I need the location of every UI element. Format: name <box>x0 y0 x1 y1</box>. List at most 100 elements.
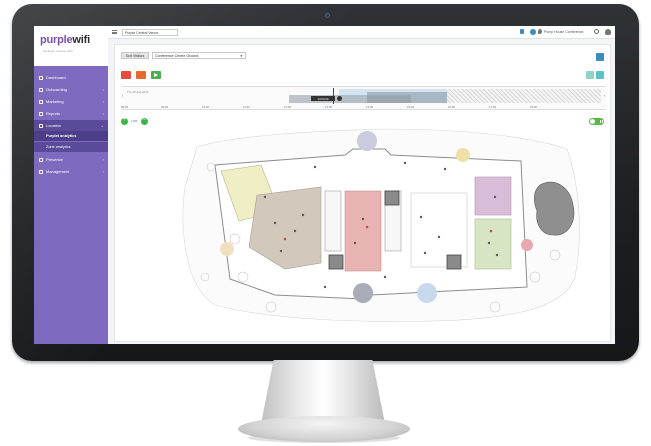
marketing-icon <box>39 99 43 104</box>
logo-purple: purple <box>40 34 73 46</box>
sidebar-subitem-label: Zone analytics <box>46 145 71 149</box>
map-pin-icon <box>538 29 542 34</box>
area-select-value: Conference Centre Ground <box>155 54 199 58</box>
zone-circle[interactable] <box>220 242 234 256</box>
tagline: smarter venue wifi <box>43 49 73 53</box>
reports-icon <box>39 111 43 116</box>
timeline-tick: 18:00 <box>530 105 537 109</box>
fullscreen-button[interactable] <box>596 71 604 79</box>
sidebar-item-label: Reports <box>46 111 61 116</box>
toggle-bars <box>600 120 601 123</box>
timeline-future-region <box>437 89 601 103</box>
chevron-left-icon[interactable]: ‹ <box>122 93 123 98</box>
sidebar-item-dashboard[interactable]: Dashboard <box>34 72 108 83</box>
sidebar-item-label: Location <box>46 123 62 128</box>
monitor-base <box>238 416 410 442</box>
timeline-activity-bar <box>367 92 447 103</box>
venue-select[interactable]: Purple Central Venue <box>122 29 178 36</box>
dashboard-icon <box>39 75 43 80</box>
sidebar-item-label: Management <box>46 169 70 174</box>
pause-button[interactable] <box>136 71 146 79</box>
lift-block <box>328 254 344 270</box>
status-icon[interactable] <box>530 29 536 35</box>
timeline-tick: 09:00 <box>161 105 168 109</box>
onboarding-icon <box>39 87 43 92</box>
sidebar-item-location[interactable]: Location ⌄ <box>34 120 108 131</box>
location-select[interactable]: Pump House Conference... <box>544 30 584 34</box>
sidebar-item-label: Onboarding <box>46 87 67 92</box>
logo-wifi: wifi <box>72 34 90 46</box>
purple-zone[interactable] <box>474 176 512 216</box>
sidebar-item-marketing[interactable]: Marketing › <box>34 96 108 107</box>
user-icon[interactable] <box>605 29 611 35</box>
zone-circle[interactable] <box>353 283 373 303</box>
menu-icon[interactable] <box>112 30 117 34</box>
search-icon[interactable] <box>594 29 599 34</box>
area-select[interactable]: Conference Centre Ground ▼ <box>152 52 246 59</box>
print-button[interactable] <box>596 53 604 61</box>
sidebar-subitem-zone-analytics[interactable]: Zone analytics <box>34 142 108 152</box>
sidebar-item-label: Marketing <box>46 99 64 104</box>
sort-visitors-button[interactable]: Sort Visitors <box>121 52 149 59</box>
timeline-tick: 17:00 <box>489 105 496 109</box>
webcam-icon <box>325 13 330 18</box>
lift-block <box>384 190 400 206</box>
timeline[interactable]: 13:00:00 Thu 08 Aug 2019 ‹ › 08:00 09:00… <box>121 86 606 110</box>
chevron-right-icon: › <box>102 157 104 162</box>
sidebar-item-onboarding[interactable]: Onboarding › <box>34 84 108 95</box>
pink-zone[interactable] <box>344 190 382 272</box>
legend-text: Live <box>131 119 138 123</box>
screen: purplewifi smarter venue wifi Dashboard … <box>34 26 615 344</box>
timeline-knob[interactable] <box>337 96 342 101</box>
timeline-tick: 11:00 <box>243 105 250 109</box>
toggle-knob <box>590 119 595 124</box>
chevron-right-icon[interactable]: › <box>604 93 605 98</box>
zone-circle[interactable] <box>456 148 470 162</box>
presence-icon <box>39 157 43 162</box>
sidebar-item-label: Presence <box>46 157 63 162</box>
timeline-tick: 14:00 <box>366 105 373 109</box>
caret-down-icon: ▼ <box>240 54 243 58</box>
chevron-right-icon: › <box>102 111 104 116</box>
management-icon <box>39 169 43 174</box>
location-icon <box>39 123 43 128</box>
zoom-button[interactable] <box>586 71 594 79</box>
floor-plan-map[interactable] <box>175 127 585 323</box>
zoom-out-button[interactable] <box>141 117 148 125</box>
stairwell <box>324 190 342 252</box>
zoom-in-button[interactable] <box>121 117 128 125</box>
timeline-tick: 10:00 <box>202 105 209 109</box>
timeline-tick: 08:00 <box>121 105 128 109</box>
sidebar-subitem-label: Purplet analytics <box>46 134 77 138</box>
zone-circle[interactable] <box>521 239 533 251</box>
timeline-tick: 16:00 <box>448 105 455 109</box>
monitor-bezel: purplewifi smarter venue wifi Dashboard … <box>12 4 639 361</box>
logo-area: purplewifi smarter venue wifi <box>34 26 108 66</box>
timeline-ticks: 08:00 09:00 10:00 11:00 12:00 13:00 14:0… <box>121 105 606 110</box>
reset-button[interactable] <box>121 71 131 79</box>
view-toggle[interactable] <box>589 118 604 125</box>
logo[interactable]: purplewifi <box>40 34 90 46</box>
bell-icon[interactable] <box>520 29 524 34</box>
timeline-date: Thu 08 Aug 2019 <box>127 90 149 94</box>
green-zone[interactable] <box>474 218 512 270</box>
sidebar: purplewifi smarter venue wifi Dashboard … <box>34 26 108 344</box>
lift-block <box>446 254 462 270</box>
sidebar-item-label: Dashboard <box>46 75 66 80</box>
top-bar: Purple Central Venue Pump House Conferen… <box>108 26 615 39</box>
content-panel: Sort Visitors Conference Centre Ground ▼… <box>114 44 611 342</box>
play-button[interactable] <box>151 71 161 79</box>
zone-circle[interactable] <box>417 283 437 303</box>
chevron-down-icon: ⌄ <box>100 123 104 128</box>
timeline-tick: 13:00 <box>325 105 332 109</box>
sidebar-item-reports[interactable]: Reports › <box>34 108 108 119</box>
chevron-right-icon: › <box>102 99 104 104</box>
sidebar-item-presence[interactable]: Presence › <box>34 154 108 165</box>
chevron-right-icon: › <box>102 169 104 174</box>
chevron-right-icon: › <box>102 87 104 92</box>
sidebar-item-management[interactable]: Management › <box>34 166 108 177</box>
timeline-tooltip: 13:00:00 <box>311 96 335 101</box>
sidebar-subitem-purplet-analytics[interactable]: Purplet analytics <box>34 131 108 141</box>
timeline-tick: 12:00 <box>284 105 291 109</box>
zone-circle[interactable] <box>357 131 377 151</box>
